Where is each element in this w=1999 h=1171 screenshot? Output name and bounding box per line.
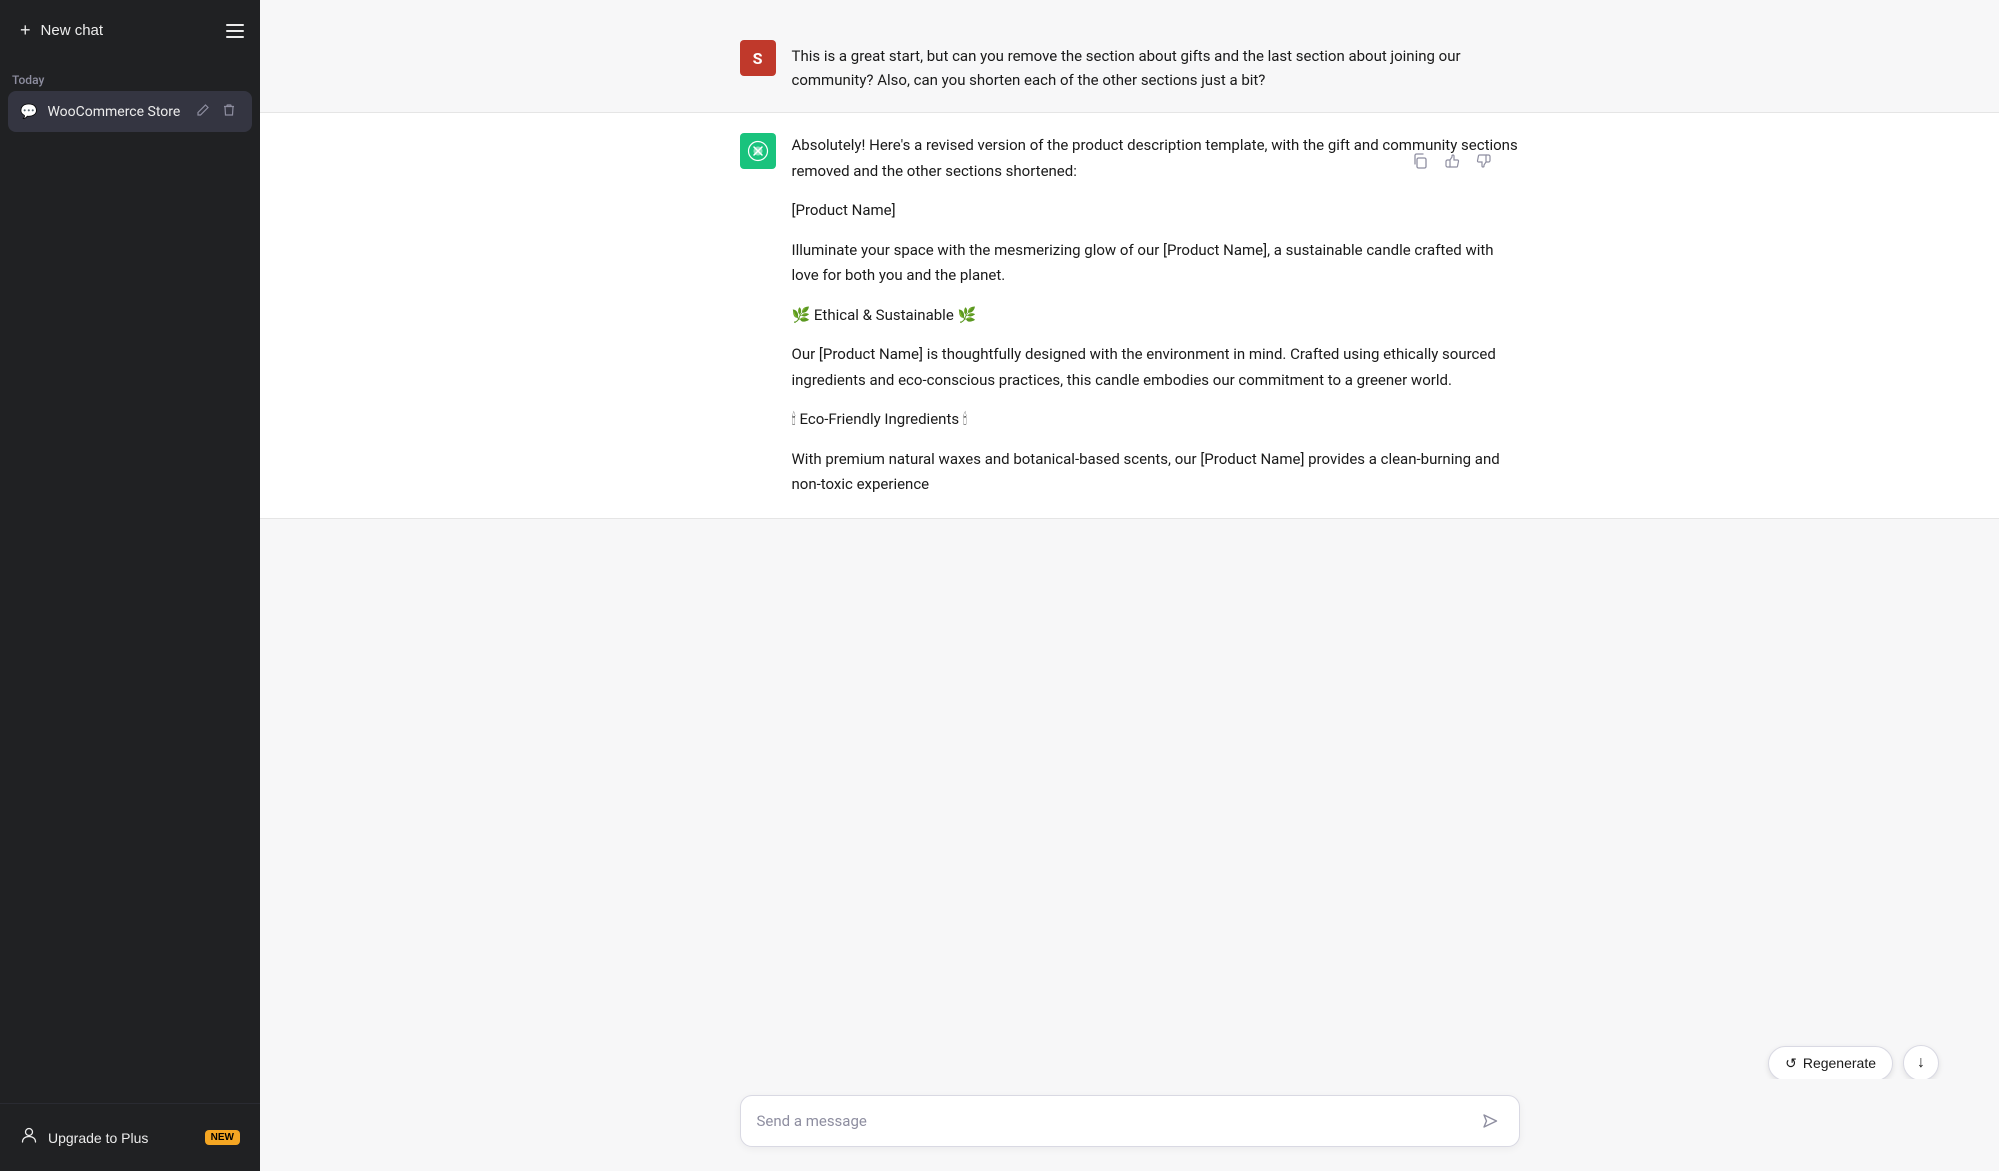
regenerate-icon: ↺ bbox=[1785, 1055, 1797, 1072]
new-chat-button[interactable]: + New chat bbox=[8, 10, 210, 51]
scroll-down-button[interactable]: ↓ bbox=[1903, 1045, 1939, 1081]
scroll-down-icon: ↓ bbox=[1917, 1054, 1925, 1072]
thumbs-up-button[interactable] bbox=[1440, 149, 1464, 177]
layout-icon bbox=[226, 24, 244, 38]
message-input[interactable] bbox=[757, 1112, 1477, 1130]
chat-icon: 💬 bbox=[20, 104, 37, 120]
ai-product-name: [Product Name] bbox=[792, 198, 1520, 224]
thumbs-down-button[interactable] bbox=[1472, 149, 1496, 177]
delete-chat-button[interactable] bbox=[218, 101, 240, 122]
ai-actions bbox=[1408, 149, 1496, 177]
upgrade-button[interactable]: Upgrade to Plus NEW bbox=[8, 1116, 252, 1159]
user-message-text: This is a great start, but can you remov… bbox=[792, 40, 1520, 92]
main-content: S This is a great start, but can you rem… bbox=[260, 0, 1999, 1171]
send-icon bbox=[1481, 1112, 1499, 1130]
delete-icon bbox=[222, 103, 236, 117]
ai-tagline: Illuminate your space with the mesmerizi… bbox=[792, 238, 1520, 289]
edit-icon bbox=[196, 103, 210, 117]
sidebar-footer: Upgrade to Plus NEW bbox=[0, 1103, 260, 1171]
layout-toggle-button[interactable] bbox=[218, 16, 252, 46]
openai-logo bbox=[747, 140, 769, 162]
floating-actions: ↺ Regenerate ↓ bbox=[1768, 1045, 1939, 1081]
plus-icon: + bbox=[20, 20, 31, 41]
ai-message-content: Absolutely! Here's a revised version of … bbox=[792, 133, 1520, 498]
person-icon bbox=[20, 1126, 38, 1144]
today-label: Today bbox=[0, 61, 260, 91]
sidebar: + New chat Today 💬 WooCommerce Store bbox=[0, 0, 260, 1171]
copy-icon bbox=[1412, 153, 1428, 169]
send-button[interactable] bbox=[1477, 1108, 1503, 1134]
chat-item-actions bbox=[192, 101, 240, 122]
sidebar-top: + New chat bbox=[0, 0, 260, 61]
ai-avatar bbox=[740, 133, 776, 169]
thumbs-down-icon bbox=[1476, 153, 1492, 169]
ai-section1-title: 🌿 Ethical & Sustainable 🌿 bbox=[792, 303, 1520, 329]
chat-history-item[interactable]: 💬 WooCommerce Store bbox=[8, 91, 252, 132]
user-avatar: S bbox=[740, 40, 776, 76]
ai-section1-text: Our [Product Name] is thoughtfully desig… bbox=[792, 342, 1520, 393]
user-message: S This is a great start, but can you rem… bbox=[260, 20, 1999, 112]
new-chat-label: New chat bbox=[41, 22, 104, 39]
regenerate-label: Regenerate bbox=[1803, 1055, 1876, 1071]
user-icon bbox=[20, 1126, 38, 1149]
ai-section2-title: 🕯 Eco-Friendly Ingredients 🕯 bbox=[792, 407, 1520, 433]
thumbs-up-icon bbox=[1444, 153, 1460, 169]
regenerate-button[interactable]: ↺ Regenerate bbox=[1768, 1046, 1893, 1081]
copy-button[interactable] bbox=[1408, 149, 1432, 177]
message-input-wrapper bbox=[740, 1095, 1520, 1147]
new-badge: NEW bbox=[205, 1130, 240, 1145]
upgrade-label: Upgrade to Plus bbox=[48, 1130, 148, 1146]
ai-section2-text: With premium natural waxes and botanical… bbox=[792, 447, 1520, 498]
edit-chat-button[interactable] bbox=[192, 101, 214, 122]
chat-messages: S This is a great start, but can you rem… bbox=[260, 0, 1999, 1079]
chat-item-label: WooCommerce Store bbox=[47, 104, 182, 120]
input-area bbox=[260, 1079, 1999, 1171]
ai-message: Absolutely! Here's a revised version of … bbox=[260, 112, 1999, 519]
